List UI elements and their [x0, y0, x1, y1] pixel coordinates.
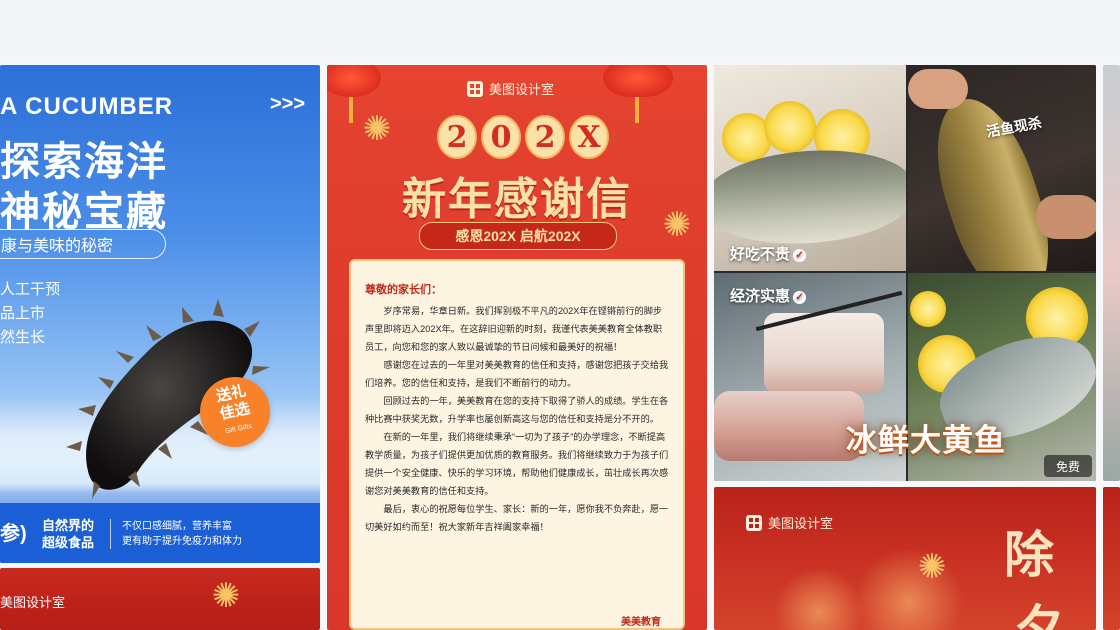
letter-paragraph: 最后，衷心的祝愿每位学生、家长：新的一年，愿你我不负奔赴，愿一切美好如约而至！祝… [365, 504, 669, 532]
brand-text: 美图设计室 [768, 516, 834, 531]
year-char: X [569, 115, 609, 159]
letter-paragraph: 岁序常易，华章日新。我们挥别极不平凡的202X年在铿锵前行的脚步声里即将迈入20… [365, 306, 663, 352]
check-circle-icon: ✓ [793, 249, 807, 262]
eve-char-1: 除 [1004, 525, 1054, 584]
template-card-new-year-eve[interactable]: 美图设计室 ✺ 除 夕 [714, 487, 1096, 630]
template-grid: A CUCUMBER >>> 探索海洋 神秘宝藏 康与美味的秘密 人工干预 品上… [0, 63, 1120, 630]
footer-divider [110, 519, 111, 549]
fish-fillet-image [714, 391, 864, 461]
letter-greeting: 尊敬的家长们： [365, 284, 442, 296]
meitu-logo-icon [746, 514, 762, 531]
lantern-tassel [349, 97, 353, 123]
brand-row: 美图设计室 [746, 513, 833, 532]
brand-text: 美图设计室 [0, 595, 66, 610]
template-card-red-partial[interactable]: 美图设计室 ✺ [0, 568, 320, 630]
letter-ribbon: 感恩202X 启航202X [419, 222, 617, 250]
year-char: 2 [437, 115, 477, 159]
year-char: 2 [525, 115, 565, 159]
meitu-logo-icon [467, 80, 483, 97]
letter-paragraph: 在新的一年里，我们将继续秉承“一切为了孩子”的办学理念，不断提高教学质量，为孩子… [365, 432, 669, 496]
bokeh-light [774, 567, 864, 630]
template-card-yellow-croaker[interactable]: 好吃不贵 ✓ 活鱼现杀 经济实惠 ✓ 冰鲜大黄鱼 免费 [714, 65, 1096, 481]
fish-fillet-image [764, 313, 884, 393]
letter-paragraph: 回顾过去的一年，美美教育在您的支持下取得了骄人的成绩。学生在各种比赛中获奖无数，… [365, 396, 669, 424]
feature-line: 然生长 [0, 329, 46, 346]
check-circle-icon: ✓ [793, 291, 807, 304]
fish-image [917, 86, 1069, 271]
template-card-thank-you-letter[interactable]: 美图设计室 ✺ ✺ 2 0 2 X 新年感谢信 感恩202X 启航202X 尊敬… [327, 65, 707, 630]
lemon-slice [764, 101, 816, 153]
firework-icon: ✺ [362, 110, 392, 148]
card-footer: 参) 自然界的 超级食品 不仅口感细腻，营养丰富 更有助于提升免疫力和体力 [0, 503, 320, 563]
firework-icon: ✺ [211, 577, 241, 615]
free-badge: 免费 [1044, 455, 1092, 477]
label-value: 经济实惠 ✓ [730, 285, 807, 306]
label-tasty: 好吃不贵 ✓ [730, 243, 807, 264]
brand-text: 美图设计室 [489, 82, 555, 97]
feature-line: 品上市 [0, 305, 46, 322]
hand-image [1036, 195, 1096, 239]
lantern-tassel [635, 97, 639, 123]
lemon-slice [910, 291, 946, 327]
eve-char-2: 夕 [1014, 599, 1064, 630]
template-card-sea-cucumber[interactable]: A CUCUMBER >>> 探索海洋 神秘宝藏 康与美味的秘密 人工干预 品上… [0, 65, 320, 563]
card-en-title: A CUCUMBER [0, 93, 174, 120]
lantern-icon [603, 65, 673, 97]
fish-photo-tile: 活鱼现杀 [908, 65, 1096, 271]
letter-paragraph: 感谢您在过去的一年里对美美教育的信任和支持，感谢您把孩子交给我们培养。您的信任和… [365, 360, 669, 388]
arrows-icon: >>> [270, 93, 306, 115]
footer-paren: 参) [0, 523, 27, 545]
letter-title: 新年感谢信 [402, 174, 632, 225]
template-card-partial-right-lower[interactable] [1103, 487, 1120, 630]
subtitle-pill: 康与美味的秘密 [0, 229, 166, 259]
firework-icon: ✺ [917, 548, 947, 586]
year-char: 0 [481, 115, 521, 159]
year-badges: 2 0 2 X [437, 115, 609, 159]
fish-photo-tile: 好吃不贵 ✓ [714, 65, 906, 271]
footer-desc: 不仅口感细腻，营养丰富 更有助于提升免疫力和体力 [122, 521, 242, 547]
letter-signature: 美美教育 [621, 617, 661, 628]
hand-image [908, 69, 968, 109]
letter-paper: 尊敬的家长们： 岁序常易，华章日新。我们挥别极不平凡的202X年在铿锵前行的脚步… [349, 259, 685, 630]
footer-name: 自然界的 超级食品 [42, 518, 95, 550]
template-card-partial-right[interactable] [1103, 65, 1120, 481]
top-toolbar [0, 0, 1120, 64]
lantern-icon [327, 65, 381, 97]
brand-row: 美图设计室 [467, 79, 554, 98]
fish-big-title: 冰鲜大黄鱼 [846, 423, 1006, 458]
